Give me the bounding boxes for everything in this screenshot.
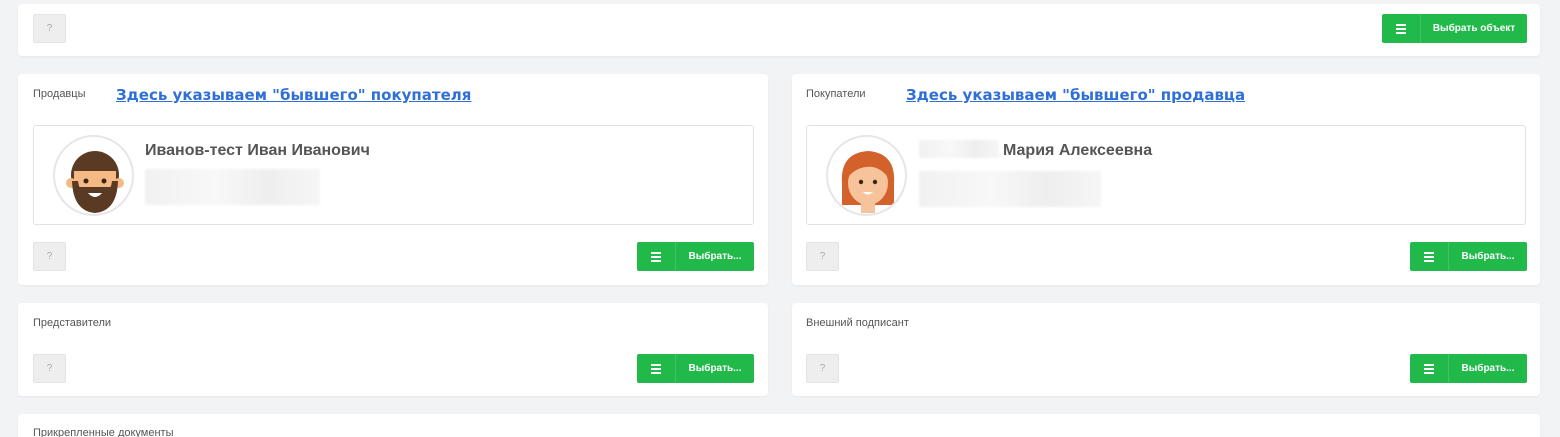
sellers-help-button[interactable]: ?	[33, 242, 66, 271]
select-buyers-button[interactable]: Выбрать...	[1410, 242, 1527, 271]
buyers-hint: Здесь указываем "бывшего" продавца	[906, 86, 1246, 104]
buyer-details-redacted	[919, 171, 1101, 207]
attachments-label: Прикрепленные документы	[33, 427, 174, 437]
select-sellers-label: Выбрать...	[688, 251, 742, 262]
seller-name: Иванов-тест Иван Иванович	[145, 142, 370, 159]
select-external-signer-label: Выбрать...	[1461, 363, 1515, 374]
select-external-signer-button[interactable]: Выбрать...	[1410, 354, 1527, 383]
buyer-surname-redacted	[919, 140, 999, 158]
sellers-panel: Продавцы Здесь указываем "бывшего" покуп…	[18, 74, 768, 285]
buyers-help-button[interactable]: ?	[806, 242, 839, 271]
list-icon	[637, 242, 676, 271]
select-representatives-button[interactable]: Выбрать...	[637, 354, 754, 383]
seller-card[interactable]: Иванов-тест Иван Иванович	[33, 125, 754, 225]
seller-details-redacted	[145, 169, 320, 205]
select-object-label: Выбрать объект	[1432, 23, 1516, 34]
buyers-panel: Покупатели Здесь указываем "бывшего" про…	[792, 74, 1540, 285]
buyer-name: Мария Алексеевна	[1003, 142, 1153, 159]
buyer-card[interactable]: Мария Алексеевна	[806, 125, 1526, 225]
representatives-label: Представители	[33, 317, 112, 329]
male-avatar	[53, 135, 134, 216]
select-object-button[interactable]: Выбрать объект	[1382, 14, 1527, 43]
select-buyers-label: Выбрать...	[1461, 251, 1515, 262]
list-icon	[1382, 14, 1421, 43]
external-signer-panel: Внешний подписант ? Выбрать...	[792, 303, 1540, 396]
object-panel: ? Выбрать объект	[18, 4, 1540, 56]
select-sellers-button[interactable]: Выбрать...	[637, 242, 754, 271]
list-icon	[637, 354, 676, 383]
list-icon	[1410, 354, 1449, 383]
attachments-panel: Прикрепленные документы	[18, 414, 1540, 437]
external-signer-label: Внешний подписант	[806, 317, 909, 329]
representatives-help-button[interactable]: ?	[33, 354, 66, 383]
list-icon	[1410, 242, 1449, 271]
select-representatives-label: Выбрать...	[688, 363, 742, 374]
sellers-label: Продавцы	[33, 88, 86, 100]
female-avatar	[826, 135, 907, 216]
buyers-label: Покупатели	[806, 88, 866, 100]
object-help-button[interactable]: ?	[33, 14, 66, 43]
representatives-panel: Представители ? Выбрать...	[18, 303, 768, 396]
external-signer-help-button[interactable]: ?	[806, 354, 839, 383]
sellers-hint: Здесь указываем "бывшего" покупателя	[116, 86, 472, 104]
